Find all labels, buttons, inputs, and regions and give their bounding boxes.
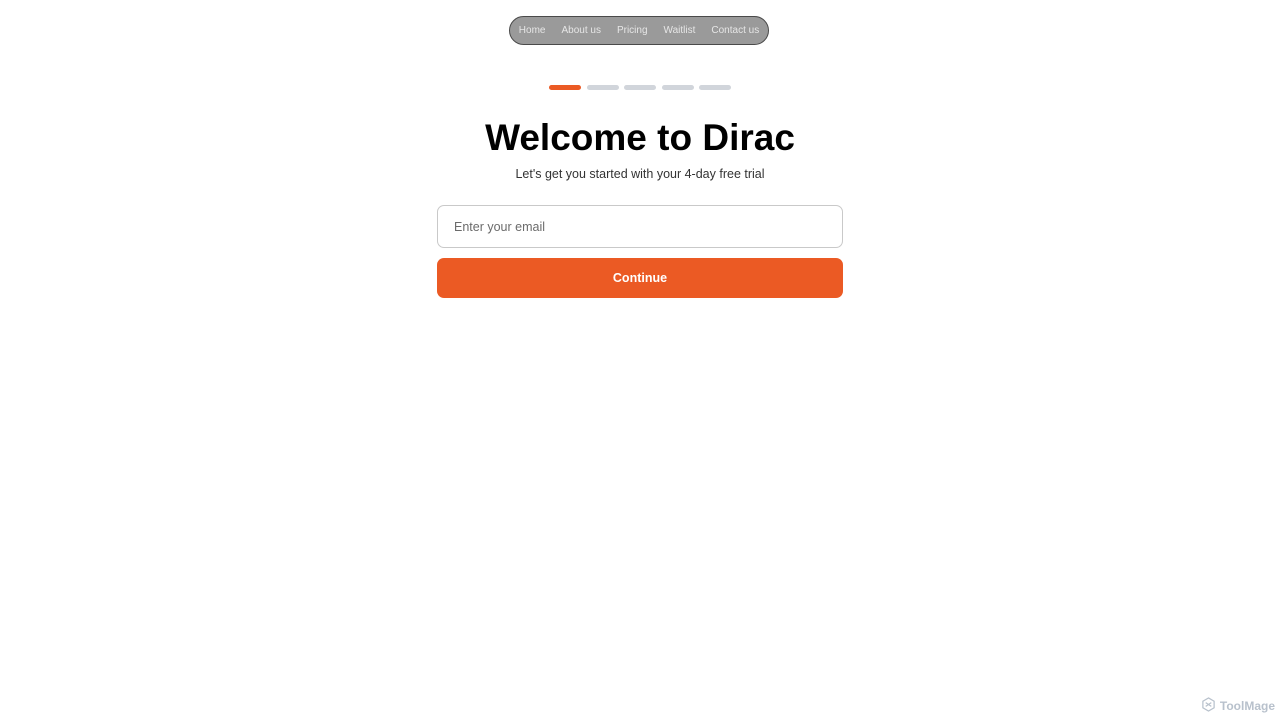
progress-step-4	[661, 85, 694, 90]
nav-link-waitlist[interactable]: Waitlist	[664, 25, 696, 36]
nav-link-home[interactable]: Home	[519, 25, 546, 36]
continue-button[interactable]: Continue	[437, 258, 843, 298]
step-progress-indicator	[549, 85, 731, 90]
watermark-label: ToolMage	[1219, 699, 1275, 713]
page-subtitle: Let's get you started with your 4-day fr…	[515, 167, 765, 181]
progress-step-5	[699, 85, 731, 90]
email-input[interactable]	[437, 205, 843, 248]
nav-link-pricing[interactable]: Pricing	[617, 25, 648, 36]
nav-link-about-us[interactable]: About us	[561, 25, 600, 36]
progress-step-2	[586, 85, 619, 90]
page-title: Welcome to Dirac	[485, 117, 795, 158]
progress-step-3	[624, 85, 656, 90]
progress-step-1	[549, 85, 581, 90]
toolmage-logo-icon	[1201, 697, 1216, 715]
top-nav: Home About us Pricing Waitlist Contact u…	[509, 16, 769, 45]
watermark: ToolMage	[1201, 697, 1275, 715]
onboarding-page: Home About us Pricing Waitlist Contact u…	[0, 0, 1280, 720]
nav-link-contact-us[interactable]: Contact us	[711, 25, 759, 36]
